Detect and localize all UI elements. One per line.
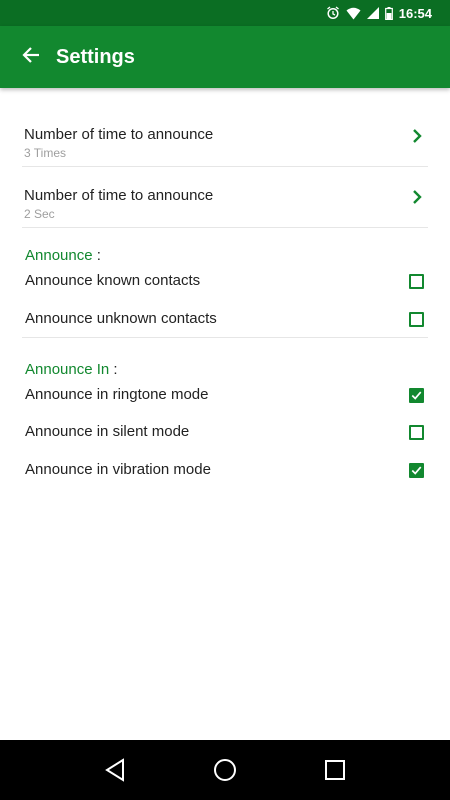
signal-icon (366, 7, 379, 19)
setting-primary-text: Number of time to announce (24, 187, 214, 204)
check-icon (411, 391, 422, 400)
checkbox-row-ringtone-mode[interactable]: Announce in ringtone mode (25, 380, 428, 410)
checkbox-known-contacts[interactable] (409, 274, 424, 289)
chevron-right-icon (412, 128, 422, 149)
app-bar: Settings (0, 26, 450, 88)
checkbox-row-unknown-contacts[interactable]: Announce unknown contacts (25, 304, 428, 334)
home-circle-icon (214, 759, 236, 781)
section-title-text: Announce (25, 247, 93, 264)
setting-secondary-text: 3 Times (24, 146, 67, 160)
back-button[interactable] (0, 26, 62, 88)
section-title-colon: : (113, 361, 118, 378)
checkbox-vibration-mode[interactable] (409, 463, 424, 478)
status-time: 16:54 (398, 5, 432, 21)
status-bar: 16:54 (0, 0, 450, 26)
section-title-colon: : (96, 247, 101, 264)
setting-primary-text: Number of time to announce (24, 126, 214, 143)
section-title-text: Announce In (25, 361, 110, 378)
wifi-icon (346, 7, 361, 20)
battery-icon (384, 6, 393, 20)
check-icon (411, 466, 422, 475)
nav-home-button[interactable] (205, 750, 245, 790)
checkbox-row-vibration-mode[interactable]: Announce in vibration mode (25, 455, 428, 485)
checkbox-label: Announce in vibration mode (25, 461, 211, 478)
system-nav-bar (0, 740, 450, 800)
section-divider (22, 337, 428, 338)
chevron-right-icon (412, 189, 422, 210)
back-triangle-icon (105, 758, 124, 782)
checkbox-row-known-contacts[interactable]: Announce known contacts (25, 266, 428, 296)
section-title-announce: Announce : (25, 247, 101, 264)
checkbox-row-silent-mode[interactable]: Announce in silent mode (25, 417, 428, 447)
setting-secondary-text: 2 Sec (24, 207, 55, 221)
nav-recents-button[interactable] (315, 750, 355, 790)
alarm-icon (326, 6, 340, 20)
setting-announce-count[interactable]: Number of time to announce 3 Times (22, 106, 428, 167)
section-title-announce-in: Announce In : (25, 361, 118, 378)
setting-announce-delay[interactable]: Number of time to announce 2 Sec (22, 167, 428, 228)
checkbox-unknown-contacts[interactable] (409, 312, 424, 327)
checkbox-label: Announce known contacts (25, 272, 201, 289)
arrow-back-icon (22, 46, 40, 69)
checkbox-label: Announce in silent mode (25, 423, 190, 440)
nav-back-button[interactable] (95, 750, 135, 790)
checkbox-ringtone-mode[interactable] (409, 388, 424, 403)
checkbox-silent-mode[interactable] (409, 425, 424, 440)
recents-square-icon (325, 760, 345, 780)
checkbox-label: Announce in ringtone mode (25, 386, 209, 403)
page-title: Settings (56, 45, 135, 68)
checkbox-label: Announce unknown contacts (25, 310, 217, 327)
